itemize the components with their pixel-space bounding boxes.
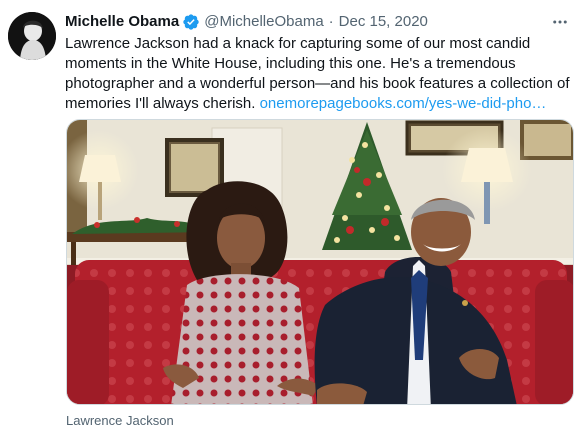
more-options-icon[interactable] [549,12,571,32]
tweet-link[interactable]: onemorepagebooks.com/yes-we-did-pho… [260,95,547,112]
separator-dot: · [328,13,334,30]
avatar[interactable] [8,12,56,60]
tweet-date[interactable]: Dec 15, 2020 [339,12,428,32]
tweet-photo[interactable] [66,119,574,405]
tweet-header: Michelle Obama @MichelleObama · Dec 15, … [65,12,575,32]
author-handle[interactable]: @MichelleObama [204,12,323,32]
author-name[interactable]: Michelle Obama [65,12,179,32]
verified-badge-icon [182,13,200,31]
photo-credit: Lawrence Jackson [66,413,174,428]
tweet-text: Lawrence Jackson had a knack for capturi… [65,34,580,114]
